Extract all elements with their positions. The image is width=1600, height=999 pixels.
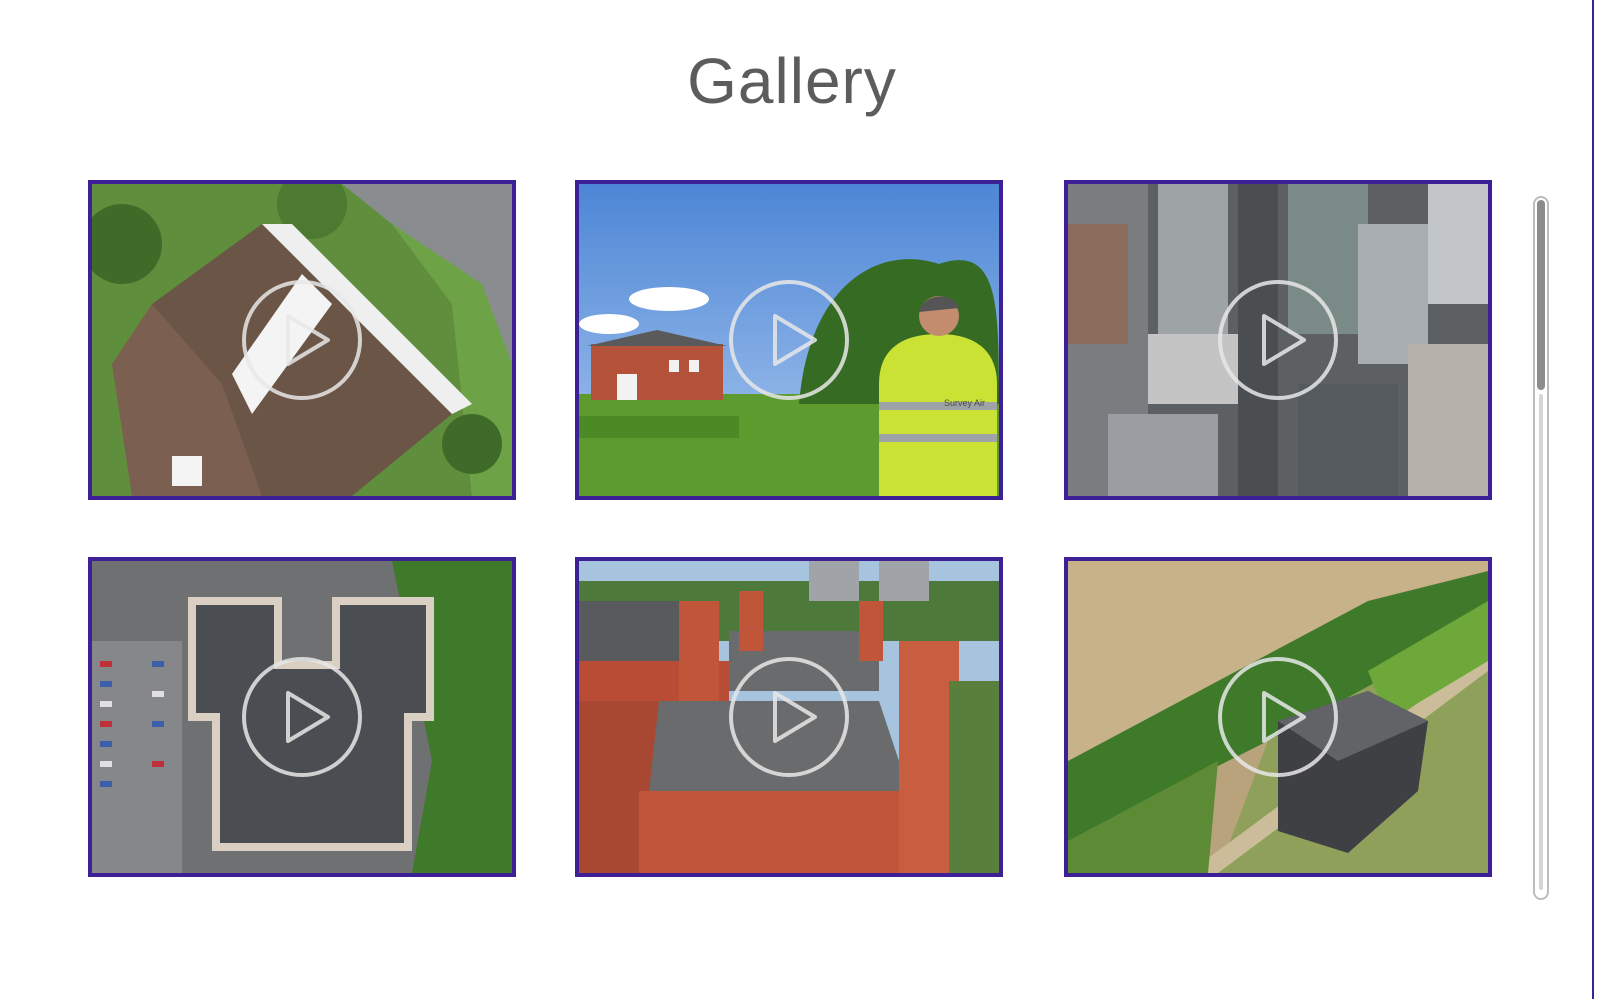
play-icon[interactable] [727,655,851,779]
play-icon[interactable] [240,655,364,779]
gallery-video-4[interactable] [88,557,516,877]
gallery-scrollbar[interactable] [1533,196,1549,900]
gallery-video-6[interactable] [1064,557,1492,877]
gallery-video-5[interactable] [575,557,1003,877]
page-right-border [1592,0,1594,999]
play-icon[interactable] [240,278,364,402]
vest-text: Survey Air [944,398,985,408]
scrollbar-thumb[interactable] [1537,200,1545,390]
play-icon[interactable] [1216,655,1340,779]
play-icon[interactable] [727,278,851,402]
scrollbar-track [1539,394,1543,890]
play-icon[interactable] [1216,278,1340,402]
gallery-video-3[interactable] [1064,180,1492,500]
gallery-video-1[interactable] [88,180,516,500]
page-title: Gallery [687,45,897,117]
gallery-video-2[interactable]: Survey Air [575,180,1003,500]
